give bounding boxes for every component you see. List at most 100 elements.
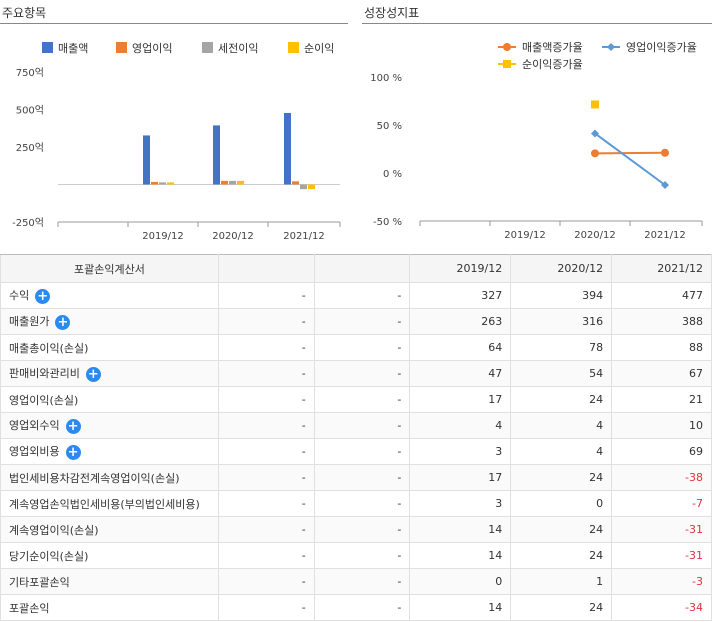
value-cell: 263 xyxy=(409,308,512,335)
bar-세전이익-2020/12 xyxy=(229,180,236,185)
expand-plus-icon[interactable]: + xyxy=(65,444,81,460)
header-cell: 2019/12 xyxy=(409,254,512,283)
value-cell: 47 xyxy=(409,360,512,387)
expand-plus-icon[interactable]: + xyxy=(65,418,81,434)
row-label: 계속영업이익(손실) xyxy=(9,523,99,537)
empty-period-cell: - xyxy=(313,594,411,621)
empty-period-cell: - xyxy=(217,490,315,517)
expand-plus-icon[interactable]: + xyxy=(55,314,71,330)
row-label-cell: 매출원가 + xyxy=(0,308,219,335)
legend-label-2: 순이익증가율 xyxy=(522,58,583,71)
legend-marker-1 xyxy=(607,43,615,51)
legend-label-0: 매출액증가율 xyxy=(522,41,583,54)
value-cell: 1 xyxy=(510,568,613,595)
value-cell: 14 xyxy=(409,594,512,621)
value-cell: -38 xyxy=(611,464,712,491)
row-label: 계속영업손익법인세비용(부의법인세비용) xyxy=(9,497,200,511)
empty-period-cell: - xyxy=(217,594,315,621)
legend-swatch-2 xyxy=(202,42,213,53)
legend-label-2: 세전이익 xyxy=(218,42,258,55)
header-cell: 2020/12 xyxy=(510,254,613,283)
table-row: 매출원가 + - -263 316 388 xyxy=(0,308,712,335)
row-label: 포괄손익 xyxy=(9,601,50,615)
value-cell: 388 xyxy=(611,308,712,335)
value-cell: 17 xyxy=(409,464,512,491)
x-tick-label: 2020/12 xyxy=(574,230,616,241)
value-cell: 0 xyxy=(510,490,613,517)
legend-label-0: 매출액 xyxy=(58,42,88,55)
bar-순이익-2021/12 xyxy=(308,184,315,190)
row-label-cell: 기타포괄손익 xyxy=(0,568,219,595)
empty-period-cell: - xyxy=(217,334,315,361)
row-label-cell: 수익 + xyxy=(0,282,219,309)
x-tick-label: 2021/12 xyxy=(283,231,325,242)
series-line-1 xyxy=(594,132,666,186)
row-label-cell: 매출총이익(손실) xyxy=(0,334,219,361)
header-cell xyxy=(313,254,411,283)
series-line-0 xyxy=(594,151,666,155)
value-cell: 69 xyxy=(611,438,712,465)
empty-period-cell: - xyxy=(217,542,315,569)
empty-period-cell: - xyxy=(313,516,411,543)
y-tick-label: 500억 xyxy=(16,105,44,117)
bar-영업이익-2021/12 xyxy=(292,181,299,185)
value-cell: 10 xyxy=(611,412,712,439)
value-cell: 477 xyxy=(611,282,712,309)
empty-period-cell: - xyxy=(217,308,315,335)
y-tick-label: 50 % xyxy=(377,121,402,132)
y-tick-label: -50 % xyxy=(373,217,402,228)
expand-plus-icon[interactable]: + xyxy=(35,288,51,304)
empty-period-cell: - xyxy=(217,516,315,543)
header-cell xyxy=(217,254,315,283)
table-row: 계속영업이익(손실) - -14 24 -31 xyxy=(0,516,712,543)
value-cell: 14 xyxy=(409,516,512,543)
value-cell: 88 xyxy=(611,334,712,361)
x-tick-label: 2019/12 xyxy=(142,231,184,242)
empty-period-cell: - xyxy=(217,464,315,491)
row-label: 법인세비용차감전계속영업이익(손실) xyxy=(9,471,180,485)
legend-swatch-0 xyxy=(42,42,53,53)
row-label-cell: 영업외수익 + xyxy=(0,412,219,439)
empty-period-cell: - xyxy=(313,334,411,361)
empty-period-cell: - xyxy=(217,438,315,465)
income-statement-table: 포괄손익계산서 2019/12 2020/12 2021/12 수익 + - -327 394… xyxy=(0,254,712,621)
point-매출액증가율 xyxy=(591,149,599,158)
header-cell: 2021/12 xyxy=(611,254,712,283)
y-tick-label: 750억 xyxy=(16,67,44,79)
y-tick-label: 250억 xyxy=(16,142,44,154)
value-cell: 24 xyxy=(510,594,613,621)
row-label-cell: 영업외비용 + xyxy=(0,438,219,465)
empty-period-cell: - xyxy=(313,568,411,595)
row-label: 판매비와관리비 xyxy=(9,367,80,381)
bar-매출액-2021/12 xyxy=(284,112,291,185)
row-label: 매출총이익(손실) xyxy=(9,341,89,355)
empty-period-cell: - xyxy=(217,360,315,387)
empty-period-cell: - xyxy=(217,412,315,439)
table-row: 수익 + - -327 394 477 xyxy=(0,282,712,309)
table-row: 계속영업손익법인세비용(부의법인세비용) - -3 0 -7 xyxy=(0,490,712,517)
empty-period-cell: - xyxy=(313,282,411,309)
row-label: 영업외비용 xyxy=(9,445,60,459)
row-label: 수익 xyxy=(9,289,30,303)
x-tick-label: 2019/12 xyxy=(504,230,546,241)
value-cell: 54 xyxy=(510,360,613,387)
legend-swatch-3 xyxy=(288,42,299,53)
value-cell: 24 xyxy=(510,542,613,569)
row-label-cell: 당기순이익(손실) xyxy=(0,542,219,569)
y-tick-label: -250억 xyxy=(12,217,44,229)
value-cell: 4 xyxy=(510,438,613,465)
empty-period-cell: - xyxy=(313,412,411,439)
row-label-cell: 영업이익(손실) xyxy=(0,386,219,413)
table-row: 매출총이익(손실) - -64 78 88 xyxy=(0,334,712,361)
table-row: 판매비와관리비 + - -47 54 67 xyxy=(0,360,712,387)
value-cell: 4 xyxy=(510,412,613,439)
bar-영업이익-2020/12 xyxy=(221,180,228,185)
empty-period-cell: - xyxy=(313,360,411,387)
empty-period-cell: - xyxy=(313,542,411,569)
right-title-rule xyxy=(362,23,712,24)
empty-period-cell: - xyxy=(313,386,411,413)
expand-plus-icon[interactable]: + xyxy=(85,366,101,382)
y-tick-label: 0 % xyxy=(383,169,402,180)
empty-period-cell: - xyxy=(313,490,411,517)
table-row: 기타포괄손익 - -0 1 -3 xyxy=(0,568,712,595)
